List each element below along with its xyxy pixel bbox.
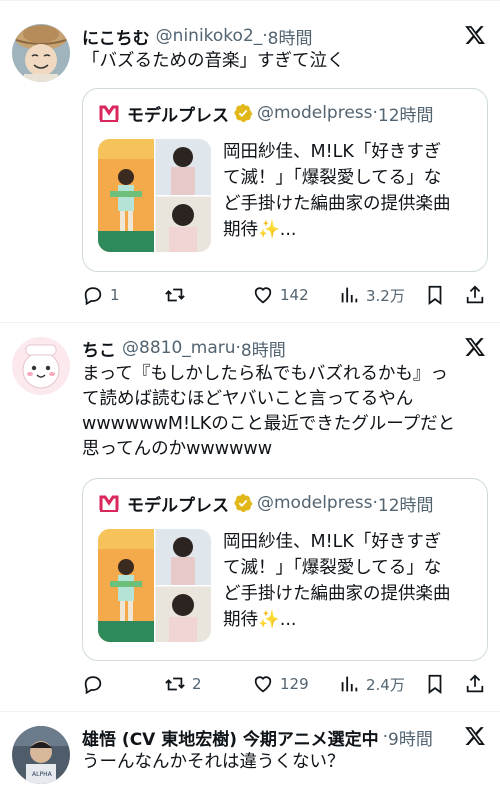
views-icon [341,287,358,303]
like-count: 129 [280,675,309,693]
display-name[interactable]: 雄悟 (CV 東地宏樹) 今期アニメ選定中 [82,725,379,750]
quote-text-line: ど手掛けた編曲家の提供楽曲 [223,194,451,214]
x-logo-icon[interactable] [464,725,486,747]
quote-display-name[interactable]: モデルプレス [127,101,229,126]
views-count: 3.2万 [366,286,405,305]
quote-header: モデルプレス @modelpress · 12時間 [99,489,434,517]
svg-text:ALPHA: ALPHA [32,771,53,778]
bookmark-button[interactable] [424,670,446,698]
bookmark-icon [428,285,442,305]
bookmark-button[interactable] [424,281,446,309]
retweet-button[interactable]: 2 [164,670,202,698]
reply-button[interactable] [82,670,110,698]
reply-count: 1 [110,286,120,304]
timestamp[interactable]: 9時間 [388,725,433,750]
verified-icon [234,104,253,122]
reply-icon [84,676,102,695]
share-icon [466,674,484,693]
quote-text-line: 岡田紗佳、M!LK「好きすぎ [223,142,442,162]
post-3[interactable]: ALPHA 雄悟 (CV 東地宏樹) 今期アニメ選定中 · 9時間 うーんなんか… [0,712,500,791]
like-button[interactable]: 129 [252,670,309,698]
display-name[interactable]: にこちむ [82,24,150,49]
username[interactable]: @ninikoko2_ [156,26,263,46]
action-bar: 1 142 3.2万 [82,281,492,309]
share-button[interactable] [464,670,486,698]
quote-tweet[interactable]: モデルプレス @modelpress · 12時間 岡田紗佳、M!LK「好きすぎ… [82,88,488,272]
post-1[interactable]: にこちむ @ninikoko2_ · 8時間 「バズるための音楽」すぎて泣く モ… [0,0,500,322]
quote-text-line: て滅！」「爆裂愛してる」な [223,168,442,188]
like-count: 142 [280,286,309,304]
post-header: ちこ @8810_maru · 8時間 [82,336,286,361]
post-text: まって『もしかしたら私でもバズれるかも』っ て読めば読むほどヤバいこと言ってるや… [82,362,486,462]
quote-tweet[interactable]: モデルプレス @modelpress · 12時間 岡田紗佳、M!LK「好きすぎ… [82,478,488,661]
quote-timestamp[interactable]: 12時間 [378,491,434,516]
post-text-line: 思ってんのかwwwwww [82,439,273,459]
quote-thumbnail[interactable] [98,139,211,252]
post-text-line: うーんなんかそれは違うくない？ [82,752,345,772]
like-icon [254,676,272,693]
quote-text-line: 岡田紗佳、M!LK「好きすぎ [223,532,442,552]
timestamp[interactable]: 8時間 [241,336,286,361]
quote-text: 岡田紗佳、M!LK「好きすぎ て滅！」「爆裂愛してる」な ど手掛けた編曲家の提供… [223,139,479,243]
share-icon [466,285,484,304]
display-name[interactable]: ちこ [82,336,116,361]
modelpress-logo-icon [99,494,119,512]
avatar[interactable]: ALPHA [12,726,70,784]
retweet-icon [165,288,185,302]
post-text: 「バズるための音楽」すぎて泣く [82,49,486,74]
quote-display-name[interactable]: モデルプレス [127,491,229,516]
quote-text-line: ど手掛けた編曲家の提供楽曲 [223,584,451,604]
username[interactable]: @8810_maru [122,338,236,358]
post-text-line: まって『もしかしたら私でもバズれるかも』っ [82,364,448,384]
verified-icon [234,494,253,512]
reply-button[interactable]: 1 [82,281,120,309]
retweet-icon [165,677,185,691]
quote-text-line: て滅！」「爆裂愛してる」な [223,558,442,578]
post-text-line: 「バズるための音楽」すぎて泣く [82,51,345,71]
action-bar: 2 129 2.4万 [82,670,492,698]
post-text-line: wwwwwwM!LKのこと最近できたグループだと [82,414,456,434]
quote-text-line: 期待✨... [223,220,297,240]
like-icon [254,287,272,304]
views-icon [341,676,358,692]
quote-timestamp[interactable]: 12時間 [378,101,434,126]
quote-header: モデルプレス @modelpress · 12時間 [99,99,434,127]
post-text-line: て読めば読むほどヤバいこと言ってるやん [82,389,414,409]
post-header: 雄悟 (CV 東地宏樹) 今期アニメ選定中 · 9時間 [82,725,433,750]
avatar[interactable] [12,24,70,82]
x-logo-icon[interactable] [464,24,486,46]
retweet-count: 2 [192,675,202,693]
quote-username[interactable]: @modelpress [257,103,373,123]
quote-thumbnail[interactable] [98,529,211,642]
share-button[interactable] [464,281,486,309]
avatar[interactable] [12,337,70,395]
views-count: 2.4万 [366,675,405,694]
post-2[interactable]: ちこ @8810_maru · 8時間 まって『もしかしたら私でもバズれるかも』… [0,323,500,712]
modelpress-logo-icon [99,104,119,122]
like-button[interactable]: 142 [252,281,309,309]
timestamp[interactable]: 8時間 [268,24,313,49]
quote-text-line: 期待✨... [223,610,297,630]
bookmark-icon [428,674,442,694]
reply-icon [84,287,102,306]
quote-username[interactable]: @modelpress [257,493,373,513]
views-button[interactable]: 3.2万 [338,281,405,309]
quote-text: 岡田紗佳、M!LK「好きすぎ て滅！」「爆裂愛してる」な ど手掛けた編曲家の提供… [223,529,479,633]
post-text: うーんなんかそれは違うくない？ [82,750,486,775]
post-header: にこちむ @ninikoko2_ · 8時間 [82,24,313,49]
x-logo-icon[interactable] [464,336,486,358]
retweet-button[interactable] [164,281,192,309]
views-button[interactable]: 2.4万 [338,670,405,698]
